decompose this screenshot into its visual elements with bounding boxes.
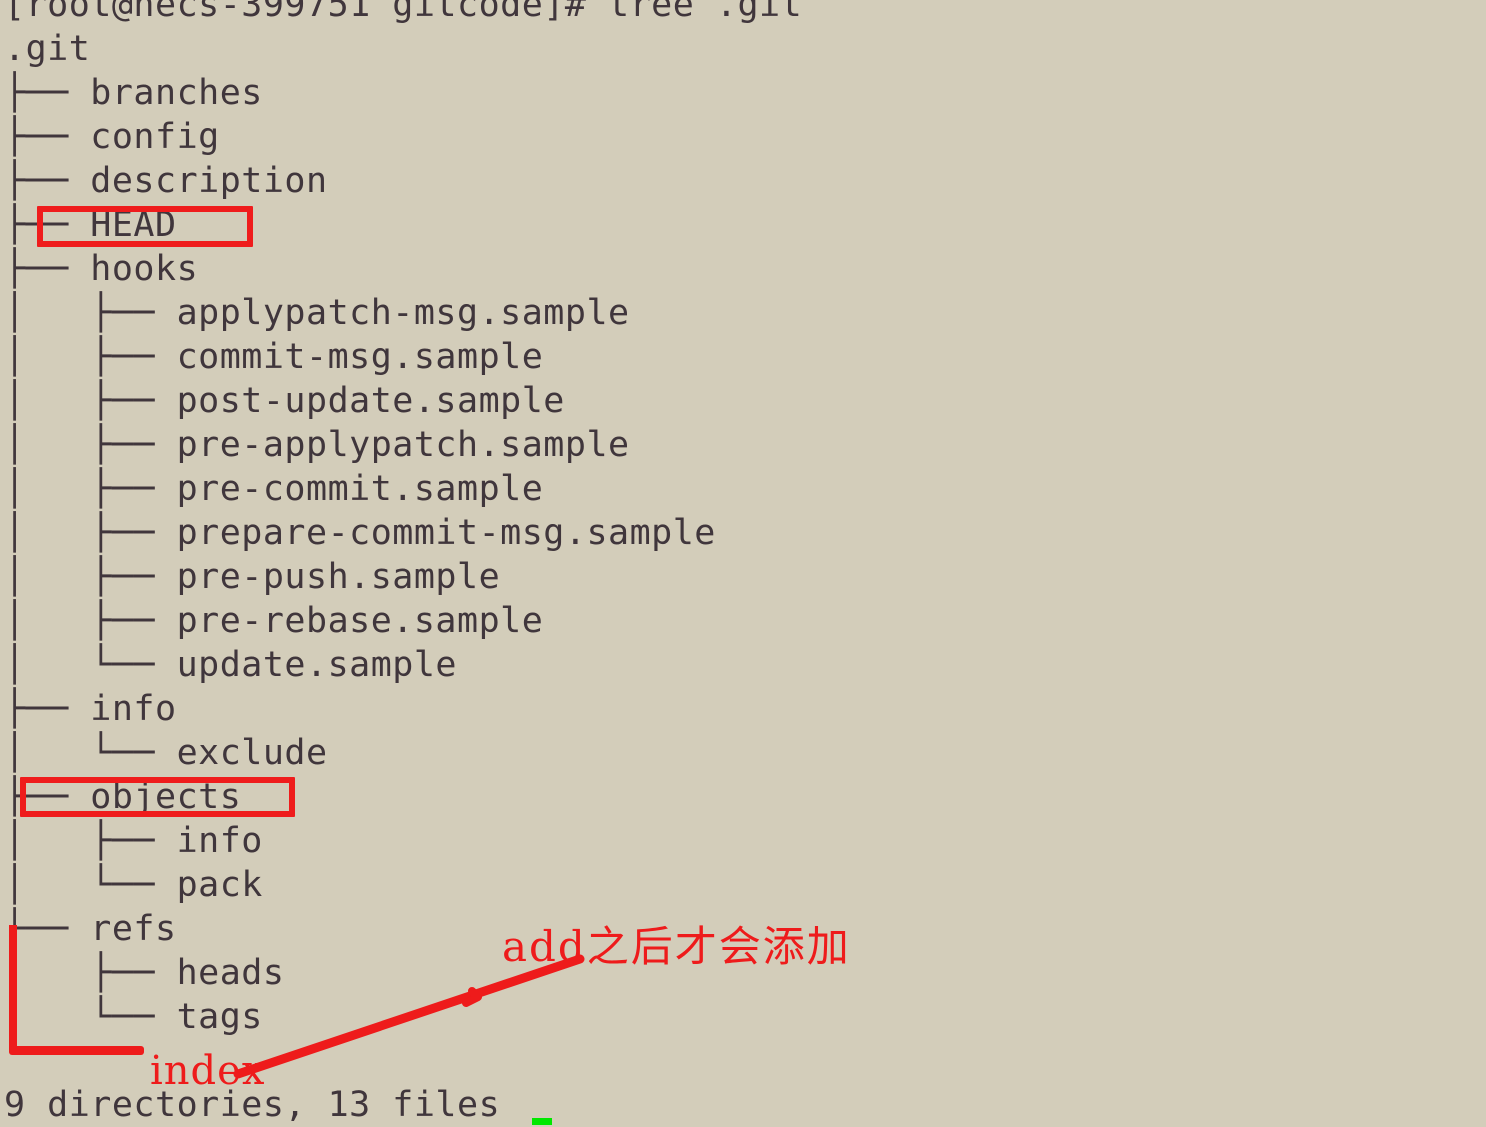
tree-line-description: ├── description	[4, 161, 328, 201]
terminal-cursor	[532, 1118, 552, 1125]
tree-root-label: .git	[4, 29, 91, 69]
tree-line-objects-info: │ ├── info	[4, 821, 263, 861]
tree-line-post-update: │ ├── post-update.sample	[4, 381, 565, 421]
tree-line-hooks: ├── hooks	[4, 249, 199, 289]
tree-line-heads: ├── heads	[4, 953, 285, 993]
tree-line-tags: └── tags	[4, 997, 263, 1037]
tree-line-exclude: │ └── exclude	[4, 733, 328, 773]
tree-line-pre-commit: │ ├── pre-commit.sample	[4, 469, 544, 509]
tree-line-pre-applypatch: │ ├── pre-applypatch.sample	[4, 425, 630, 465]
tree-line-refs: └── refs	[4, 909, 177, 949]
tree-line-pre-rebase: │ ├── pre-rebase.sample	[4, 601, 544, 641]
tree-line-commit-msg: │ ├── commit-msg.sample	[4, 337, 544, 377]
annotation-note-text: add之后才会添加	[502, 922, 851, 971]
annotation-index-label: index	[150, 1048, 266, 1094]
terminal-prompt-line: [root@hecs-399751 gitcode]# tree .git	[4, 0, 803, 25]
tree-line-branches: ├── branches	[4, 73, 263, 113]
highlight-box-head	[37, 206, 253, 247]
tree-line-info: ├── info	[4, 689, 177, 729]
annotation-bracket-vertical	[9, 925, 17, 1051]
tree-line-prepare-commit-msg: │ ├── prepare-commit-msg.sample	[4, 513, 716, 553]
tree-line-config: ├── config	[4, 117, 220, 157]
annotation-bracket-horizontal	[9, 1046, 144, 1055]
tree-line-objects-pack: │ └── pack	[4, 865, 263, 905]
tree-line-applypatch-msg: │ ├── applypatch-msg.sample	[4, 293, 630, 333]
highlight-box-objects	[20, 777, 295, 817]
tree-line-pre-push: │ ├── pre-push.sample	[4, 557, 501, 597]
tree-line-update: │ └── update.sample	[4, 645, 458, 685]
terminal-window: [root@hecs-399751 gitcode]# tree .git .g…	[0, 0, 1486, 1125]
